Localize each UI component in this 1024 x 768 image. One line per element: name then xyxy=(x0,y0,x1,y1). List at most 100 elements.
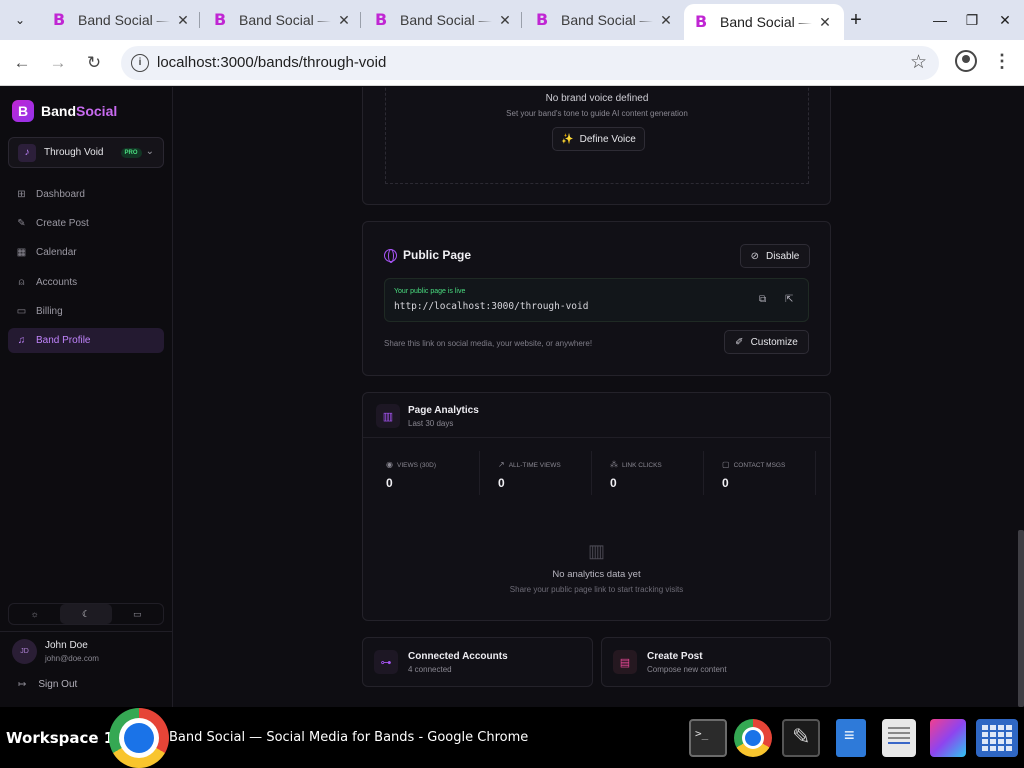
customize-label: Customize xyxy=(750,336,798,348)
browser-tab[interactable]: Band Social — Social Media for Bands ✕ xyxy=(203,4,363,36)
terminal-icon[interactable] xyxy=(689,719,727,757)
public-page-card: Public Page ⊘ Disable Your public page i… xyxy=(362,221,831,376)
address-bar[interactable]: i localhost:3000/bands/through-void ☆ xyxy=(121,46,939,80)
sparkles-icon: ✨ xyxy=(561,133,574,145)
message-square-icon: ▢ xyxy=(722,460,730,469)
live-status-label: Your public page is live xyxy=(394,288,466,295)
metric-contact-msgs: ▢ Contact msgs 0 xyxy=(722,451,816,495)
public-page-url[interactable]: http://localhost:3000/through-void xyxy=(394,301,588,312)
image-editor-icon[interactable] xyxy=(930,719,966,757)
copy-icon[interactable]: ⧉ xyxy=(759,294,766,305)
tab-close-icon[interactable]: ✕ xyxy=(816,13,834,31)
define-voice-button[interactable]: ✨ Define Voice xyxy=(552,127,645,151)
text-editor-icon[interactable] xyxy=(782,719,820,757)
sidebar-item-label: Dashboard xyxy=(36,189,85,200)
workspace-label[interactable]: Workspace 1 xyxy=(6,729,114,747)
sidebar-item-billing[interactable]: ▭ Billing xyxy=(8,299,164,324)
browser-tab-active[interactable]: Band Social — Social Media for Bands ✕ xyxy=(684,4,844,40)
globe-icon xyxy=(384,249,397,263)
connected-accounts-count: 4 connected xyxy=(408,665,452,674)
address-url[interactable]: localhost:3000/bands/through-void xyxy=(157,54,386,71)
window-close-icon[interactable]: ✕ xyxy=(992,8,1018,32)
share-hint-text: Share this link on social media, your we… xyxy=(384,339,593,348)
sidebar-item-create-post[interactable]: ✎ Create Post xyxy=(8,211,164,236)
tab-search-chevron-icon[interactable]: ⌄ xyxy=(8,9,32,31)
page-scrollbar[interactable] xyxy=(1018,530,1024,707)
theme-dark-moon-icon[interactable]: ☾ xyxy=(60,604,112,624)
file-manager-icon[interactable] xyxy=(836,719,866,757)
sidebar-item-calendar[interactable]: ▦ Calendar xyxy=(8,240,164,265)
user-name: John Doe xyxy=(45,640,88,651)
theme-switcher: ☼ ☾ ▭ xyxy=(8,603,164,625)
avatar: JD xyxy=(12,639,37,664)
tab-close-icon[interactable]: ✕ xyxy=(496,11,514,29)
metric-all-time-views: ↗ All-time views 0 xyxy=(498,451,592,495)
new-tab-plus-icon[interactable]: + xyxy=(845,9,867,31)
calendar-icon: ▦ xyxy=(16,247,27,259)
band-name: Through Void xyxy=(44,147,104,158)
theme-system-monitor-icon[interactable]: ▭ xyxy=(112,604,163,624)
grid-icon: ⊞ xyxy=(17,189,26,200)
user-card[interactable]: JD John Doe john@doe.com xyxy=(12,639,99,664)
profile-avatar-icon[interactable] xyxy=(955,50,977,72)
sign-out-label: Sign Out xyxy=(38,679,78,690)
tab-separator xyxy=(360,12,361,28)
sidebar-item-label: Accounts xyxy=(36,276,78,288)
band-social-favicon-icon xyxy=(694,12,710,31)
app-viewport: B BandSocial ♪ Through Void PRO ⌄ ⊞ Dash… xyxy=(0,87,1024,707)
create-post-subtitle: Compose new content xyxy=(647,665,727,674)
create-post-card[interactable]: ▤ Create Post Compose new content xyxy=(601,637,831,687)
define-voice-label: Define Voice xyxy=(579,133,636,145)
band-selector[interactable]: ♪ Through Void PRO ⌄ xyxy=(8,137,164,168)
theme-light-sun-icon[interactable]: ☼ xyxy=(9,604,60,624)
tab-title: Band Social — Social Media for Bands xyxy=(78,12,170,28)
bar-chart-icon: ▥ xyxy=(376,404,400,428)
calculator-icon[interactable] xyxy=(976,719,1018,757)
tab-close-icon[interactable]: ✕ xyxy=(657,11,675,29)
chrome-launcher-icon[interactable] xyxy=(734,719,772,757)
browser-tab[interactable]: Band Social — Social Media for Bands ✕ xyxy=(364,4,524,36)
kebab-menu-icon[interactable]: ⋮ xyxy=(992,50,1012,74)
sidebar-nav: ⊞ Dashboard ✎ Create Post ▦ Calendar ⍝ A… xyxy=(8,182,164,357)
brand-logo[interactable]: B BandSocial xyxy=(12,100,117,122)
tab-title: Band Social — Social Media for Bands xyxy=(561,12,653,28)
sign-out-button[interactable]: ↦ Sign Out xyxy=(18,679,77,690)
pro-badge: PRO xyxy=(120,147,142,158)
analytics-empty-desc: Share your public page link to start tra… xyxy=(509,585,684,594)
browser-tab[interactable]: Band Social — Social Media for Bands ✕ xyxy=(525,4,685,36)
metric-value: 0 xyxy=(498,476,505,490)
external-link-icon[interactable]: ⇱ xyxy=(785,294,793,305)
analytics-title: Page Analytics xyxy=(408,405,479,416)
sidebar-item-accounts[interactable]: ⍝ Accounts xyxy=(8,270,164,295)
back-arrow-icon[interactable]: ← xyxy=(10,51,34,75)
sidebar-item-label: Create Post xyxy=(36,218,89,230)
reload-icon[interactable]: ↻ xyxy=(82,51,106,75)
sidebar-item-label: Billing xyxy=(36,305,63,317)
metric-label: Link clicks xyxy=(622,462,662,469)
forward-arrow-icon[interactable]: → xyxy=(46,51,70,75)
restore-icon[interactable]: ❐ xyxy=(959,8,985,32)
tab-close-icon[interactable]: ✕ xyxy=(335,11,353,29)
sidebar-item-label: Band Profile xyxy=(36,334,91,346)
tab-title: Band Social — Social Media for Bands xyxy=(720,14,812,30)
os-taskbar: Workspace 1 Band Social — Social Media f… xyxy=(0,707,1024,768)
active-window-title[interactable]: Band Social — Social Media for Bands - G… xyxy=(169,730,528,745)
bookmark-star-icon[interactable]: ☆ xyxy=(910,51,927,74)
band-social-favicon-icon xyxy=(213,10,229,29)
document-viewer-icon[interactable] xyxy=(882,719,916,757)
customize-button[interactable]: ✐ Customize xyxy=(724,330,809,354)
sidebar-item-band-profile[interactable]: ♫ Band Profile xyxy=(8,327,164,353)
disable-button[interactable]: ⊘ Disable xyxy=(740,244,810,268)
site-info-icon[interactable]: i xyxy=(131,54,149,72)
browser-tab[interactable]: Band Social — Social Media for Bands ✕ xyxy=(42,4,202,36)
brand-name-social: Social xyxy=(76,103,118,119)
minimize-icon[interactable]: — xyxy=(927,8,953,32)
connected-accounts-card[interactable]: ⊶ Connected Accounts 4 connected xyxy=(362,637,593,687)
tab-close-icon[interactable]: ✕ xyxy=(174,11,192,29)
metric-views-30d: ◉ Views (30d) 0 xyxy=(386,451,480,495)
user-email: john@doe.com xyxy=(45,654,99,663)
create-post-title: Create Post xyxy=(647,651,703,662)
chrome-app-icon[interactable] xyxy=(109,708,169,768)
brand-name: BandSocial xyxy=(41,103,117,119)
sidebar-item-dashboard[interactable]: ⊞ Dashboard xyxy=(8,182,164,207)
